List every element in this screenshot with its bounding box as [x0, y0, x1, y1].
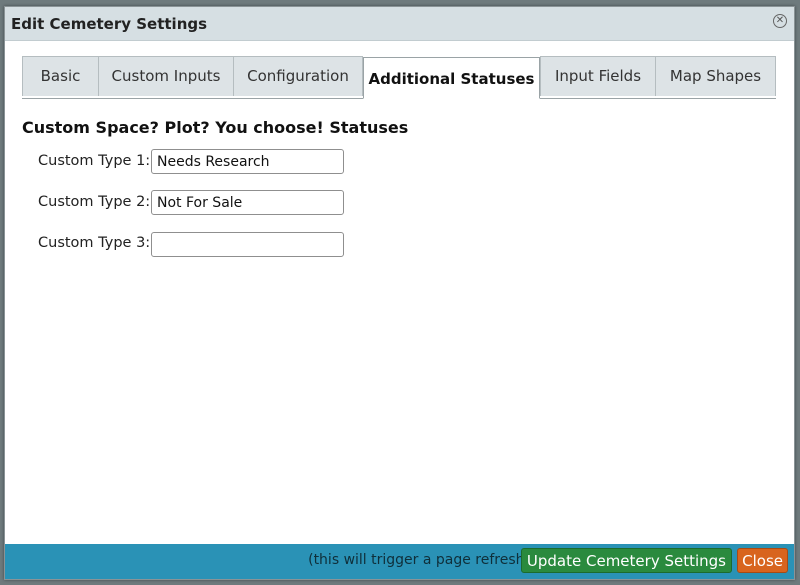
tab-label: Map Shapes [669, 67, 762, 85]
tab-map-shapes[interactable]: Map Shapes [655, 56, 776, 96]
update-cemetery-settings-button[interactable]: Update Cemetery Settings [520, 548, 732, 573]
dialog-title: Edit Cemetery Settings [11, 15, 208, 33]
tab-configuration[interactable]: Configuration [233, 56, 363, 96]
tab-label: Basic [40, 67, 81, 85]
edit-cemetery-settings-dialog: Edit Cemetery Settings ✕ Basic Custom In… [4, 6, 795, 580]
tab-basic[interactable]: Basic [22, 56, 99, 96]
settings-tabs: Basic Custom Inputs Configuration Additi… [22, 56, 776, 99]
close-button[interactable]: Close [737, 548, 788, 573]
tab-custom-inputs[interactable]: Custom Inputs [98, 56, 234, 96]
custom-type-2-input[interactable] [151, 190, 344, 215]
refresh-note: (this will trigger a page refresh) [308, 552, 530, 568]
custom-type-3-input[interactable] [151, 232, 344, 257]
tab-label: Custom Inputs [111, 67, 221, 85]
custom-type-1-label: Custom Type 1: [38, 153, 151, 169]
custom-type-3-label: Custom Type 3: [38, 235, 151, 251]
tab-label: Additional Statuses [368, 70, 535, 88]
dialog-titlebar: Edit Cemetery Settings ✕ [5, 7, 794, 41]
tab-input-fields[interactable]: Input Fields [540, 56, 656, 96]
section-title: Custom Space? Plot? You choose! Statuses [22, 118, 409, 137]
dialog-footer: (this will trigger a page refresh) Updat… [5, 544, 794, 579]
tab-label: Configuration [247, 67, 349, 85]
tab-additional-statuses[interactable]: Additional Statuses [363, 57, 540, 99]
tab-label: Input Fields [554, 67, 642, 85]
custom-type-1-input[interactable] [151, 149, 344, 174]
custom-type-2-label: Custom Type 2: [38, 194, 151, 210]
close-icon[interactable]: ✕ [773, 14, 787, 28]
